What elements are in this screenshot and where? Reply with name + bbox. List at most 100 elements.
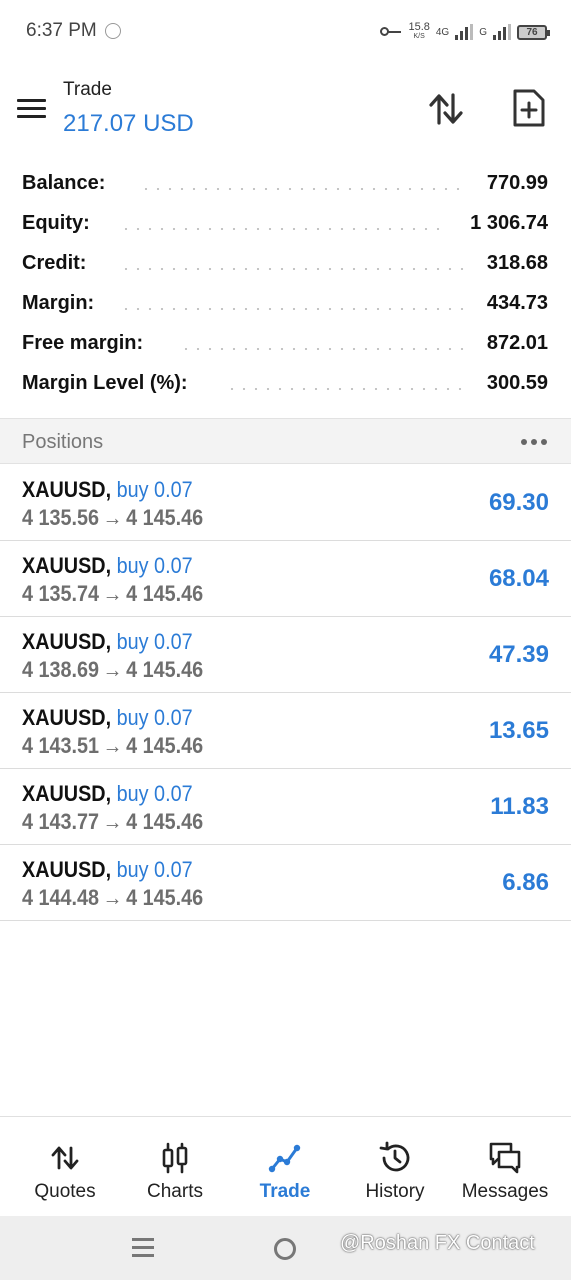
- quotes-icon: [51, 1146, 79, 1170]
- network-speed-value: 15.8: [408, 21, 430, 33]
- summary-value: 300.59: [486, 372, 548, 394]
- position-type: buy 0.07: [116, 705, 193, 730]
- summary-value: 872.01: [486, 332, 548, 354]
- open-price: 4 135.56: [22, 505, 100, 530]
- nav-label: History: [365, 1181, 425, 1202]
- open-price: 4 143.51: [22, 733, 100, 758]
- position-type: buy 0.07: [116, 553, 193, 578]
- position-profit: 13.65: [488, 717, 549, 744]
- more-options-icon[interactable]: [521, 439, 547, 445]
- network-type-1: 4G: [435, 26, 450, 38]
- messages-icon: [489, 1142, 521, 1174]
- position-type: buy 0.07: [116, 857, 193, 882]
- app-header: Trade 217.07 USD: [0, 64, 571, 160]
- trade-icon: [268, 1144, 301, 1173]
- current-price: 4 145.46: [126, 505, 204, 530]
- status-bar: 6:37 PM 15.8 K/S 4G G 76: [0, 0, 571, 64]
- system-navigation-bar: @Roshan FX Contact: [0, 1216, 571, 1280]
- home-icon[interactable]: [274, 1238, 296, 1260]
- nav-label: Messages: [461, 1181, 549, 1202]
- position-symbol: XAUUSD,: [22, 553, 112, 578]
- position-profit: 69.30: [488, 489, 549, 516]
- summary-label: Balance:: [22, 172, 112, 195]
- nav-label: Trade: [259, 1181, 311, 1202]
- nav-label: Charts: [147, 1181, 203, 1202]
- position-symbol: XAUUSD,: [22, 705, 112, 730]
- nav-trade[interactable]: Trade: [228, 1117, 342, 1217]
- summary-row-margin: Margin: 434.73: [0, 286, 571, 326]
- status-time: 6:37 PM: [26, 20, 97, 41]
- watermark: @Roshan FX Contact: [340, 1232, 535, 1254]
- current-price: 4 145.46: [126, 885, 204, 910]
- position-profit: 47.39: [488, 641, 549, 668]
- menu-icon[interactable]: [17, 97, 47, 119]
- summary-value: 770.99: [486, 172, 548, 194]
- battery-level: 76: [526, 26, 538, 38]
- new-order-icon[interactable]: [511, 88, 547, 128]
- account-profit: 217.07 USD: [63, 110, 194, 137]
- position-symbol: XAUUSD,: [22, 857, 112, 882]
- price-arrow: →: [102, 657, 123, 682]
- status-icons: 15.8 K/S 4G G 76: [380, 18, 550, 46]
- summary-value: 318.68: [486, 252, 548, 274]
- summary-row-margin-level: Margin Level (%): 300.59: [0, 366, 571, 406]
- open-price: 4 143.77: [22, 809, 100, 834]
- network-type-2: G: [479, 26, 487, 38]
- nav-charts[interactable]: Charts: [118, 1117, 232, 1217]
- position-profit: 11.83: [490, 793, 549, 820]
- nav-messages[interactable]: Messages: [448, 1117, 562, 1217]
- vpn-key-icon: [380, 26, 402, 38]
- position-row[interactable]: XAUUSD, buy 0.07 4 144.48 → 4 145.46 6.86: [0, 845, 571, 921]
- summary-row-credit: Credit: 318.68: [0, 246, 571, 286]
- current-price: 4 145.46: [126, 657, 204, 682]
- current-price: 4 145.46: [126, 809, 204, 834]
- summary-row-balance: Balance: 770.99: [0, 166, 571, 206]
- current-price: 4 145.46: [126, 733, 204, 758]
- positions-title: Positions: [22, 431, 104, 453]
- summary-label: Free margin:: [22, 332, 150, 355]
- position-row[interactable]: XAUUSD, buy 0.07 4 135.74 → 4 145.46 68.04: [0, 541, 571, 617]
- position-row[interactable]: XAUUSD, buy 0.07 4 135.56 → 4 145.46 69.30: [0, 465, 571, 541]
- network-speed: 15.8 K/S: [408, 22, 429, 42]
- position-profit: 68.04: [488, 565, 549, 592]
- price-arrow: →: [102, 885, 123, 910]
- recent-apps-icon[interactable]: [132, 1238, 154, 1258]
- position-row[interactable]: XAUUSD, buy 0.07 4 143.77 → 4 145.46 11.83: [0, 769, 571, 845]
- nav-label: Quotes: [34, 1181, 96, 1202]
- price-arrow: →: [102, 733, 123, 758]
- price-arrow: →: [102, 505, 123, 530]
- summary-label: Margin:: [22, 292, 101, 315]
- nav-history[interactable]: History: [338, 1117, 452, 1217]
- summary-value: 1 306.74: [470, 212, 548, 234]
- summary-label: Credit:: [22, 252, 93, 275]
- open-price: 4 144.48: [22, 885, 100, 910]
- position-symbol: XAUUSD,: [22, 629, 112, 654]
- position-symbol: XAUUSD,: [22, 781, 112, 806]
- signal-icon-2: [493, 24, 511, 40]
- summary-row-equity: Equity: 1 306.74: [0, 206, 571, 246]
- open-price: 4 135.74: [22, 581, 100, 606]
- summary-value: 434.73: [486, 292, 548, 314]
- position-profit: 6.86: [502, 869, 549, 896]
- network-speed-unit: K/S: [413, 33, 425, 40]
- position-type: buy 0.07: [116, 629, 193, 654]
- signal-icon: [455, 24, 474, 40]
- battery-icon: 76: [517, 24, 550, 40]
- price-arrow: →: [102, 581, 123, 606]
- position-symbol: XAUUSD,: [22, 477, 112, 502]
- position-row[interactable]: XAUUSD, buy 0.07 4 143.51 → 4 145.46 13.65: [0, 693, 571, 769]
- whatsapp-notification-icon: [105, 23, 121, 39]
- open-price: 4 138.69: [22, 657, 100, 682]
- position-type: buy 0.07: [116, 477, 193, 502]
- nav-quotes[interactable]: Quotes: [8, 1117, 122, 1217]
- bottom-navigation: Quotes Charts Trade History Messages: [0, 1116, 571, 1216]
- position-row[interactable]: XAUUSD, buy 0.07 4 138.69 → 4 145.46 47.39: [0, 617, 571, 693]
- current-price: 4 145.46: [126, 581, 204, 606]
- page-title: Trade: [63, 79, 112, 100]
- summary-label: Margin Level (%):: [22, 372, 194, 395]
- position-type: buy 0.07: [116, 781, 193, 806]
- price-arrow: →: [102, 809, 123, 834]
- sort-icon[interactable]: [426, 89, 466, 129]
- charts-icon: [162, 1142, 188, 1174]
- positions-header: Positions: [0, 418, 571, 464]
